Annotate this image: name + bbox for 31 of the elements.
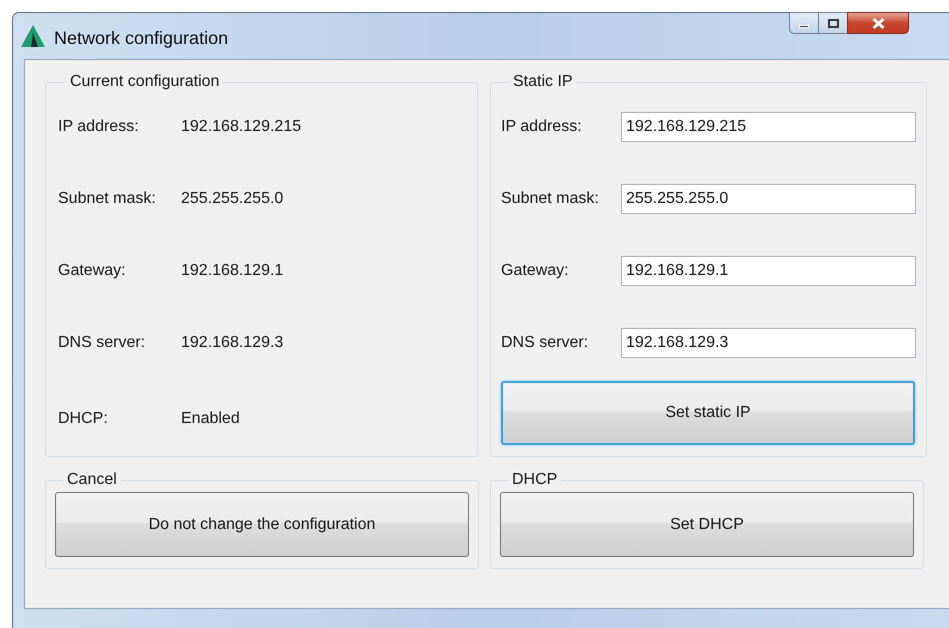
input-field[interactable]: 192.168.129.1 <box>621 256 916 286</box>
push-button[interactable]: Do not change the configuration <box>55 492 469 557</box>
close-button[interactable] <box>847 12 909 34</box>
field-value: 255.255.255.0 <box>181 189 284 209</box>
field-label: Gateway: <box>58 261 127 281</box>
close-icon <box>872 18 884 28</box>
push-button[interactable]: Set DHCP <box>500 492 914 557</box>
field-value: Enabled <box>181 409 240 429</box>
field-label: Subnet mask: <box>58 189 157 209</box>
group-title: DHCP <box>511 471 558 489</box>
maximize-button[interactable] <box>819 12 847 34</box>
field-value: 192.168.129.1 <box>181 261 284 281</box>
input-field[interactable]: 192.168.129.215 <box>621 112 916 142</box>
field-label: DNS server: <box>501 333 590 353</box>
window-title: Network configuration <box>54 27 228 50</box>
field-label: IP address: <box>501 117 583 137</box>
field-label: Gateway: <box>501 261 570 281</box>
push-button[interactable]: Set static IP <box>501 381 915 445</box>
input-field[interactable]: 255.255.255.0 <box>621 184 916 214</box>
group-title: Static IP <box>512 73 574 91</box>
field-label: DNS server: <box>58 333 146 353</box>
field-label: IP address: <box>58 117 140 137</box>
field-value: 192.168.129.3 <box>181 333 284 353</box>
group-title: Current configuration <box>69 73 220 91</box>
minimize-button[interactable] <box>789 12 819 34</box>
field-label: DHCP: <box>58 409 109 429</box>
field-value: 192.168.129.215 <box>181 117 302 137</box>
logo-icon <box>21 25 45 47</box>
field-label: Subnet mask: <box>501 189 600 209</box>
group-title: Cancel <box>66 471 118 489</box>
input-field[interactable]: 192.168.129.3 <box>621 328 916 358</box>
